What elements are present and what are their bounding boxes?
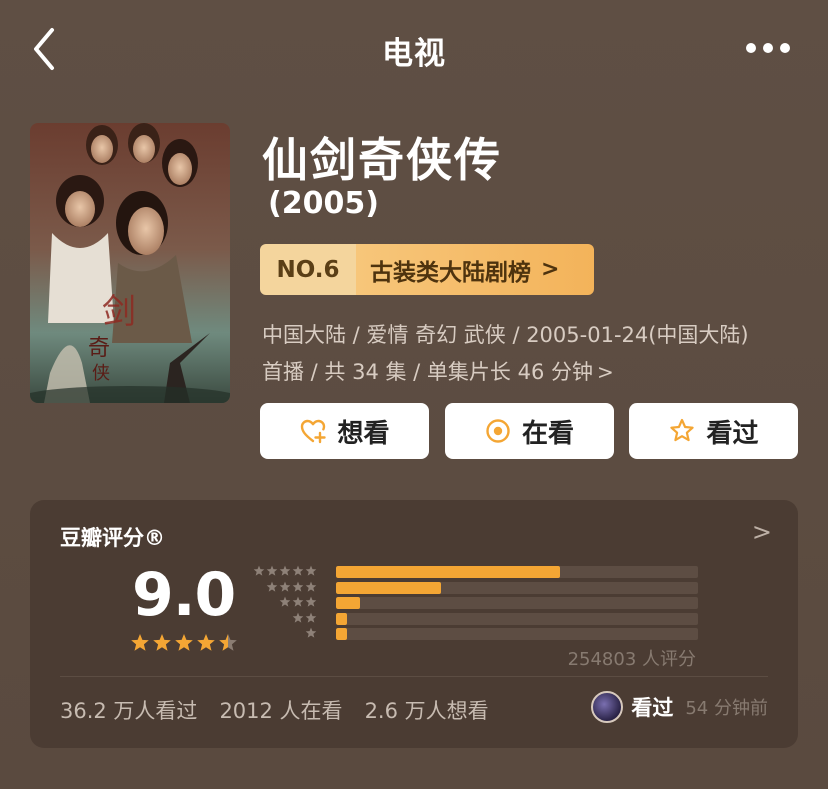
star-icon	[219, 634, 237, 651]
star-icon	[305, 565, 317, 576]
watching-label: 在看	[521, 418, 574, 449]
rank-list-name: 古装类大陆剧榜	[370, 259, 531, 286]
rating-row-stars	[253, 565, 317, 577]
rating-count: 254803 人评分	[567, 649, 696, 670]
rating-score: 9.0	[132, 560, 236, 630]
rating-bar-fill	[336, 597, 360, 609]
want-count: 2.6 万人想看	[364, 699, 489, 723]
star-icon	[292, 565, 304, 576]
show-title: 仙剑奇侠传	[262, 133, 502, 187]
star-icon	[279, 581, 291, 592]
rating-row-2-star	[255, 611, 715, 627]
chevron-right-icon: >	[541, 257, 560, 282]
movie-detail-page: 电视 剑 奇 侠 仙剑奇侠传 (2005) NO.6 古装类大陆剧榜 > 中国大…	[0, 0, 828, 789]
watched-button[interactable]: 看过	[629, 403, 798, 459]
meta-line-2-text: 首播 / 共 34 集 / 单集片长 46 分钟	[262, 360, 593, 384]
want-to-watch-label: 想看	[337, 418, 390, 449]
rating-stars	[130, 633, 238, 653]
show-year: (2005)	[268, 186, 379, 221]
nav-bar: 电视	[0, 0, 828, 100]
rating-row-1-star	[255, 626, 715, 642]
rating-bar-track	[336, 597, 698, 609]
more-dot	[746, 43, 756, 53]
target-icon	[486, 419, 510, 443]
avatar[interactable]	[591, 691, 624, 723]
rating-label: 豆瓣评分®	[60, 526, 165, 550]
more-dot	[780, 43, 790, 53]
poster-image[interactable]: 剑 奇 侠	[30, 123, 230, 403]
star-icon	[670, 418, 695, 442]
poster-artwork: 剑 奇 侠	[30, 123, 230, 403]
rating-row-stars	[292, 612, 317, 624]
friend-status: 看过	[631, 696, 674, 720]
star-icon	[175, 634, 193, 651]
star-icon	[197, 634, 215, 651]
svg-text:剑: 剑	[102, 292, 136, 332]
action-buttons: 想看 在看 看过	[260, 403, 798, 459]
star-icon	[305, 627, 317, 638]
star-icon	[279, 596, 291, 607]
rating-row-4-star	[255, 580, 715, 596]
ranking-badge[interactable]: NO.6 古装类大陆剧榜 >	[260, 244, 594, 295]
star-icon	[305, 581, 317, 592]
friend-activity[interactable]: 看过 54 分钟前	[591, 691, 768, 723]
star-icon	[305, 612, 317, 623]
meta-line-1: 中国大陆 / 爱情 奇幻 武侠 / 2005-01-24(中国大陆)	[262, 323, 749, 347]
star-icon	[266, 565, 278, 576]
rating-row-stars	[266, 581, 317, 593]
star-icon	[279, 565, 291, 576]
watched-label: 看过	[706, 418, 759, 449]
watched-count: 36.2 万人看过	[60, 699, 198, 723]
star-icon	[253, 565, 265, 576]
star-icon	[131, 634, 149, 651]
rating-bar-track	[336, 628, 698, 640]
friend-time: 54 分钟前	[685, 698, 768, 719]
want-to-watch-button[interactable]: 想看	[260, 403, 429, 459]
rating-card[interactable]: 豆瓣评分® > 9.0 254803 人评分 36.2 万人看过 2012 人在…	[30, 500, 798, 748]
more-button[interactable]	[746, 40, 790, 56]
meta-line-2: 首播 / 共 34 集 / 单集片长 46 分钟 >	[262, 354, 802, 391]
divider	[60, 676, 768, 677]
rating-row-3-star	[255, 595, 715, 611]
rating-row-stars	[279, 596, 317, 608]
rating-bar-track	[336, 566, 698, 578]
rating-bar-fill	[336, 612, 347, 625]
star-icon	[292, 581, 304, 592]
svg-text:侠: 侠	[92, 363, 110, 384]
watching-button[interactable]: 在看	[444, 403, 614, 459]
chevron-right-icon[interactable]: >	[752, 518, 772, 546]
star-icon	[153, 634, 171, 651]
star-icon	[292, 596, 304, 607]
more-dot	[763, 43, 773, 53]
rank-number: NO.6	[260, 244, 356, 295]
rating-bar-fill	[336, 628, 347, 640]
star-icon	[266, 581, 278, 592]
watch-stats: 36.2 万人看过 2012 人在看 2.6 万人想看	[60, 695, 489, 725]
rating-row-stars	[305, 627, 317, 639]
heart-plus-icon	[301, 419, 327, 444]
watching-count: 2012 人在看	[219, 699, 343, 723]
rating-bar-track	[336, 612, 698, 625]
show-meta[interactable]: 中国大陆 / 爱情 奇幻 武侠 / 2005-01-24(中国大陆) 首播 / …	[262, 317, 802, 391]
star-icon	[292, 612, 304, 623]
svg-text:奇: 奇	[88, 336, 110, 361]
rating-bar-track	[336, 581, 698, 594]
rank-list: 古装类大陆剧榜 >	[356, 244, 594, 295]
rating-bar-fill	[336, 566, 561, 578]
chevron-right-icon: >	[597, 360, 614, 384]
page-title: 电视	[382, 36, 446, 72]
rating-bar-fill	[336, 581, 441, 594]
rating-row-5-star	[253, 564, 715, 580]
star-icon	[305, 596, 317, 607]
